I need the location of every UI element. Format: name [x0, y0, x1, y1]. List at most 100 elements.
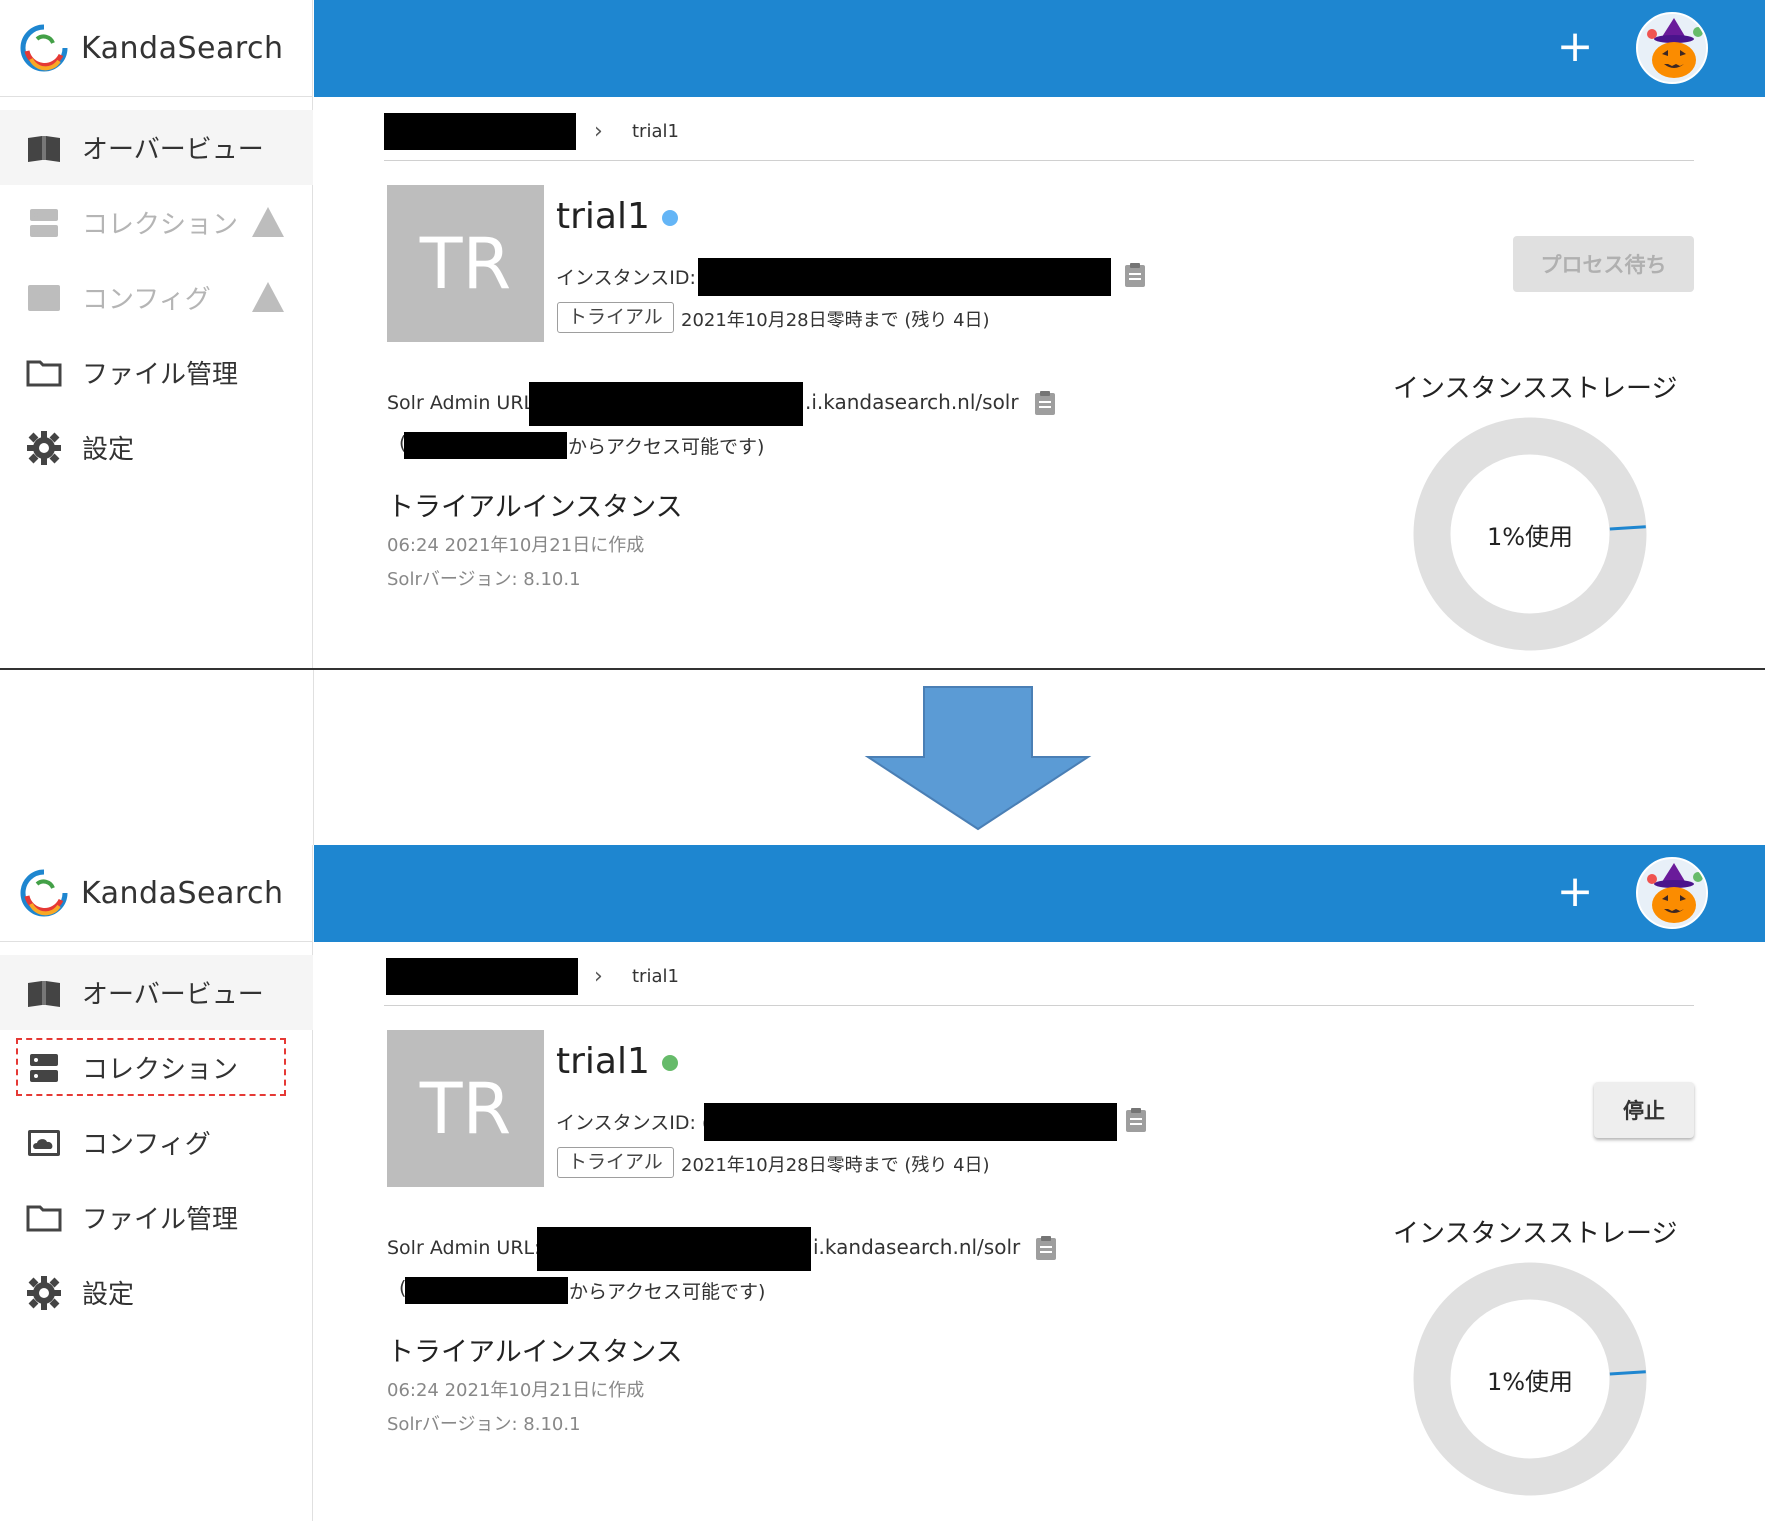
- instance-name: trial1: [556, 196, 650, 237]
- folder-icon: [26, 1205, 62, 1231]
- clipboard-icon[interactable]: [1034, 1235, 1058, 1261]
- breadcrumb: › trial1: [384, 958, 1694, 1006]
- add-button[interactable]: +: [1555, 869, 1595, 915]
- sidebar-item-label: コンフィグ: [82, 285, 211, 315]
- warning-icon: [252, 282, 284, 312]
- solr-version: Solrバージョン: 8.10.1: [387, 569, 581, 590]
- storage-title: インスタンスストレージ: [1393, 1219, 1678, 1249]
- sidebar-item-label: ファイル管理: [82, 360, 239, 390]
- logo[interactable]: KandaSearch: [0, 0, 313, 97]
- folder-icon: [26, 360, 62, 386]
- access-note: からアクセス可能です): [568, 436, 765, 458]
- breadcrumb: › trial1: [384, 113, 1694, 161]
- redacted-url-host: [529, 382, 803, 426]
- solr-version: Solrバージョン: 8.10.1: [387, 1414, 581, 1435]
- redacted-ip: [405, 1277, 568, 1304]
- sidebar-item-settings[interactable]: 設定: [0, 410, 313, 485]
- sidebar-item-settings[interactable]: 設定: [0, 1255, 313, 1330]
- sidebar-item-config[interactable]: コンフィグ: [0, 1105, 313, 1180]
- trial-instance-title: トライアルインスタンス: [387, 1337, 683, 1368]
- sidebar-nav: オーバービュー コレクション コンフィグ ファイル管理 設定: [0, 955, 313, 1330]
- sidebar: KandaSearch オーバービュー コレクション コンフィグ ファイル管理: [0, 0, 313, 670]
- sidebar-item-label: 設定: [82, 435, 135, 465]
- solr-url-label: Solr Admin URL:: [387, 1237, 541, 1259]
- chevron-right-icon: ›: [594, 119, 603, 144]
- clipboard-icon[interactable]: [1033, 390, 1057, 416]
- sidebar-item-files[interactable]: ファイル管理: [0, 335, 313, 410]
- avatar[interactable]: [1636, 12, 1708, 84]
- clipboard-icon[interactable]: [1123, 262, 1147, 288]
- expiry-text: 2021年10月28日零時まで (残り 4日): [681, 1155, 990, 1176]
- sidebar-item-label: 設定: [82, 1280, 135, 1310]
- instance-id-label: インスタンスID: (: [556, 1112, 710, 1134]
- gear-icon: [27, 430, 61, 465]
- sidebar: KandaSearch オーバービュー コレクション コンフィグ ファイル管理: [0, 845, 313, 1521]
- trial-instance-title: トライアルインスタンス: [387, 492, 683, 523]
- sidebar-divider: [313, 670, 314, 845]
- plan-tag: トライアル: [557, 302, 674, 333]
- warning-icon: [252, 207, 284, 237]
- panel-before: KandaSearch オーバービュー コレクション コンフィグ ファイル管理: [0, 0, 1765, 670]
- breadcrumb-current: trial1: [632, 966, 679, 987]
- divider-line: [0, 668, 1765, 670]
- plan-tag: トライアル: [557, 1147, 674, 1178]
- stop-button[interactable]: 停止: [1594, 1082, 1694, 1138]
- sidebar-item-label: コンフィグ: [82, 1130, 211, 1160]
- status-dot: [662, 1055, 678, 1071]
- sidebar-item-collections[interactable]: コレクション: [0, 1030, 313, 1105]
- top-app-bar: [314, 845, 1765, 942]
- instance-avatar-tile: TR: [387, 185, 544, 342]
- sidebar-item-label: オーバービュー: [82, 980, 264, 1010]
- gear-icon: [27, 1275, 61, 1310]
- avatar[interactable]: [1636, 857, 1708, 929]
- redacted-block: [386, 958, 578, 995]
- storage-title: インスタンスストレージ: [1393, 374, 1678, 404]
- redacted-ip: [404, 432, 567, 459]
- sidebar-item-label: コレクション: [82, 210, 239, 240]
- sidebar-item-label: ファイル管理: [82, 1205, 239, 1235]
- breadcrumb-current: trial1: [632, 121, 679, 142]
- database-icon: [30, 208, 58, 237]
- storage-usage-label: 1%使用: [1486, 523, 1574, 551]
- kandasearch-logo-icon: [20, 24, 68, 72]
- expiry-text: 2021年10月28日零時まで (残り 4日): [681, 310, 990, 331]
- solr-url-suffix[interactable]: .i.kandasearch.nl/solr: [805, 390, 1019, 414]
- sidebar-item-config[interactable]: コンフィグ: [0, 260, 313, 335]
- kandasearch-logo-icon: [20, 869, 68, 917]
- clipboard-icon[interactable]: [1124, 1107, 1148, 1133]
- cloud-config-icon: [28, 1129, 60, 1156]
- brand-name: KandaSearch: [81, 30, 284, 66]
- status-dot: [662, 210, 678, 226]
- logo[interactable]: KandaSearch: [0, 845, 313, 942]
- sidebar-item-overview[interactable]: オーバービュー: [0, 955, 313, 1030]
- redacted-block: [384, 113, 576, 150]
- solr-url-suffix[interactable]: i.kandasearch.nl/solr: [813, 1235, 1020, 1259]
- redacted-instance-id: [698, 258, 1111, 296]
- redacted-url-host: [537, 1227, 811, 1271]
- created-at: 06:24 2021年10月21日に作成: [387, 1380, 645, 1401]
- cloud-config-icon: [28, 284, 60, 311]
- book-icon: [28, 135, 60, 162]
- sidebar-item-overview[interactable]: オーバービュー: [0, 110, 313, 185]
- instance-id-label: インスタンスID:: [556, 267, 696, 289]
- instance-name: trial1: [556, 1041, 650, 1082]
- sidebar-item-files[interactable]: ファイル管理: [0, 1180, 313, 1255]
- brand-name: KandaSearch: [81, 875, 284, 911]
- created-at: 06:24 2021年10月21日に作成: [387, 535, 645, 556]
- instance-avatar-tile: TR: [387, 1030, 544, 1187]
- add-button[interactable]: +: [1555, 24, 1595, 70]
- top-app-bar: [314, 0, 1765, 97]
- sidebar-item-collections[interactable]: コレクション: [0, 185, 313, 260]
- book-icon: [28, 980, 60, 1007]
- down-arrow-icon: [864, 686, 1092, 831]
- process-wait-button[interactable]: プロセス待ち: [1513, 236, 1694, 292]
- chevron-right-icon: ›: [594, 964, 603, 989]
- sidebar-item-label: オーバービュー: [82, 135, 264, 165]
- access-note: からアクセス可能です): [569, 1281, 766, 1303]
- sidebar-nav: オーバービュー コレクション コンフィグ ファイル管理 設定: [0, 110, 313, 485]
- panel-after: KandaSearch オーバービュー コレクション コンフィグ ファイル管理: [0, 845, 1765, 1521]
- sidebar-item-label: コレクション: [82, 1055, 239, 1085]
- solr-url-label: Solr Admin URL:: [387, 392, 541, 414]
- database-icon: [30, 1053, 58, 1082]
- storage-usage-label: 1%使用: [1486, 1368, 1574, 1396]
